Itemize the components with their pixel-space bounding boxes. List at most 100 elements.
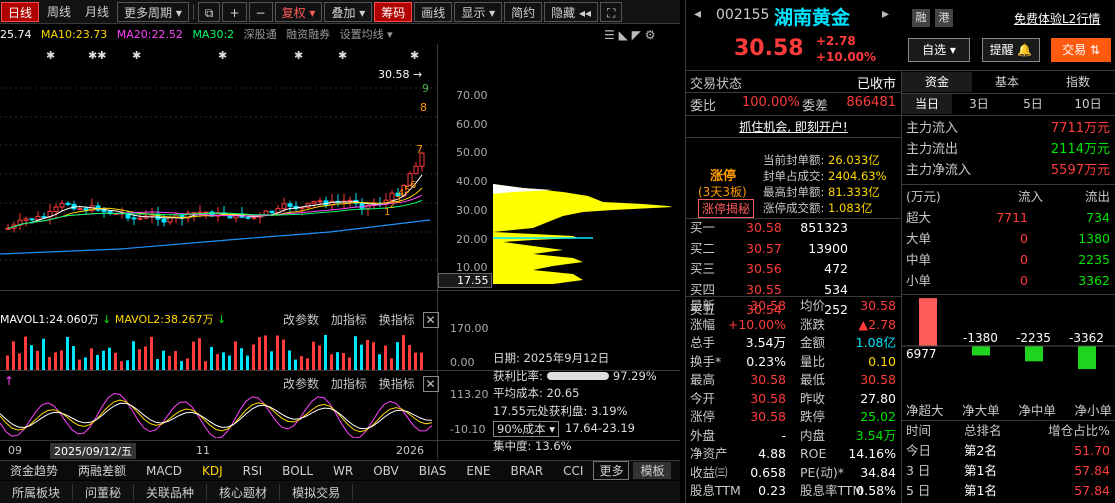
volume-bar	[54, 352, 57, 370]
candlestick-chart[interactable]: ✱ ✱✱ ✱ ✱ ✱ ✱ ✱	[0, 44, 440, 290]
tab-brar[interactable]: BRAR	[501, 464, 554, 478]
quote-label: 金额	[800, 335, 826, 350]
tab-3d[interactable]: 3日	[954, 94, 1004, 114]
quote-row: 收益㈢ 0.658 PE(动)* 34.84	[690, 464, 900, 483]
bid-row[interactable]: 买三 30.56 472	[690, 259, 900, 280]
count-label-8: 8	[420, 101, 427, 114]
tab-basic[interactable]: 基本	[972, 72, 1042, 92]
simple-mode-button[interactable]: 简约	[504, 1, 543, 22]
settings-icon[interactable]: ⚙	[645, 28, 656, 42]
display-dropdown[interactable]: 显示 ▾	[454, 1, 503, 22]
flow-label: 主力流入	[906, 121, 959, 136]
cost-select[interactable]: 90%成本 ▾	[493, 420, 559, 437]
divider	[902, 294, 1115, 295]
open-account-link[interactable]: 抓住机会, 即刻开户!	[686, 118, 901, 135]
tab-obv[interactable]: OBV	[363, 464, 409, 478]
hide-button[interactable]: 隐藏 ◂◂	[544, 1, 599, 22]
candle-body	[5, 227, 11, 230]
weekly-tab[interactable]: 周线	[41, 2, 77, 22]
volume-bar	[186, 358, 189, 370]
monthly-tab[interactable]: 月线	[79, 2, 115, 22]
limit-label: 当前封单额:	[763, 153, 825, 167]
overlay-dropdown[interactable]: 叠加 ▾	[324, 1, 373, 22]
volume-bar	[24, 336, 27, 370]
template-button[interactable]: 模板	[633, 462, 672, 479]
flow-table-row: 大单 0 1380	[906, 228, 1112, 249]
ma-settings-dropdown[interactable]: 设置均线 ▾	[340, 28, 393, 41]
bid-volume: 13900	[808, 240, 848, 256]
volume-bar	[90, 348, 93, 370]
tab-macd[interactable]: MACD	[136, 464, 192, 478]
tab-sector[interactable]: 所属板块	[0, 483, 74, 501]
candle-body	[65, 202, 71, 205]
bid-row[interactable]: 买二 30.57 13900	[690, 239, 900, 260]
margin-label[interactable]: 融资融券	[286, 28, 330, 41]
volume-bar	[216, 354, 219, 370]
quote-label: 净资产	[690, 446, 728, 461]
quote-label: ROE	[800, 446, 827, 461]
back-icon[interactable]: ◂	[694, 6, 701, 22]
tab-related[interactable]: 关联品种	[134, 483, 208, 501]
tab-bias[interactable]: BIAS	[409, 464, 457, 478]
forward-icon[interactable]: ▸	[882, 6, 889, 22]
quote-row: 外盘 - 内盘 3.54万	[690, 427, 900, 446]
volume-bar	[246, 355, 249, 370]
rank-row: 今日 第2名 51.70	[906, 441, 1112, 461]
alert-button[interactable]: 提醒 🔔	[982, 38, 1040, 62]
vol-edit-params-button[interactable]: 改参数	[283, 313, 319, 327]
vol-add-indicator-button[interactable]: 加指标	[331, 313, 367, 327]
tab-fund[interactable]: 资金	[902, 72, 972, 92]
volume-bar	[324, 334, 327, 370]
watchlist-button[interactable]: 自选 ▾	[908, 38, 970, 62]
divider	[686, 137, 901, 138]
more-periods-dropdown[interactable]: 更多周期 ▾	[117, 1, 189, 22]
paint-icon[interactable]: ☰	[604, 28, 615, 42]
volume-bar	[156, 359, 159, 370]
rank-value: 第2名	[964, 443, 997, 458]
draw-line-button[interactable]: 画线	[414, 1, 453, 22]
volume-bar	[384, 345, 387, 370]
fullscreen-icon[interactable]: ⛶	[600, 1, 623, 22]
limit-up-reveal-button[interactable]: 涨停揭秘	[698, 199, 755, 218]
tab-5d[interactable]: 5日	[1008, 94, 1058, 114]
tab-ask-secretary[interactable]: 问董秘	[73, 483, 135, 501]
tab-today[interactable]: 当日	[902, 94, 952, 114]
more-indicators-button[interactable]: 更多	[593, 461, 630, 480]
zoom-out-icon[interactable]: −	[248, 1, 273, 22]
quote-row: 今开 30.58 昨收 27.80	[690, 390, 900, 409]
tab-index[interactable]: 指数	[1042, 72, 1114, 92]
limit-value: 1.083亿	[828, 201, 873, 215]
net-flow-value: -3362	[1069, 331, 1104, 345]
trade-button[interactable]: 交易 ⇅	[1051, 38, 1111, 62]
tab-kdj[interactable]: KDJ	[192, 464, 233, 478]
volume-bar	[18, 353, 21, 370]
chips-button[interactable]: 筹码	[374, 1, 413, 22]
info-tabs: 所属板块 问董秘 关联品种 核心题材 模拟交易	[0, 481, 680, 503]
quote-label: 最高	[690, 372, 716, 387]
vol-switch-indicator-button[interactable]: 换指标	[379, 313, 415, 327]
tab-core-theme[interactable]: 核心题材	[207, 483, 281, 501]
pointer-left-icon[interactable]: ◣	[619, 28, 628, 42]
tab-boll[interactable]: BOLL	[272, 464, 323, 478]
bid-row[interactable]: 买一 30.58 851323	[690, 218, 900, 239]
hk-connect-label[interactable]: 深股通	[244, 28, 277, 41]
tab-sim-trade[interactable]: 模拟交易	[280, 483, 354, 501]
tab-ene[interactable]: ENE	[456, 464, 500, 478]
price-tick: 60.00	[456, 117, 488, 131]
tab-fund-trend[interactable]: 资金趋势	[0, 462, 68, 479]
ma30-value: MA30:2	[192, 28, 235, 41]
tab-wr[interactable]: WR	[323, 464, 363, 478]
daily-tab[interactable]: 日线	[1, 1, 40, 22]
adjust-dropdown[interactable]: 复权 ▾	[274, 1, 323, 22]
tab-margin-diff[interactable]: 两融差额	[68, 462, 136, 479]
zoom-in-icon[interactable]: +	[222, 1, 247, 22]
l2-trial-link[interactable]: 免费体验L2行情	[1014, 10, 1100, 27]
quote-row: 净资产 4.88 ROE 14.16%	[690, 445, 900, 464]
tab-cci[interactable]: CCI	[553, 464, 593, 478]
tab-10d[interactable]: 10日	[1062, 94, 1114, 114]
event-marker: ✱	[218, 49, 227, 62]
pointer-right-icon[interactable]: ◤	[632, 28, 641, 42]
copy-icon[interactable]: ⧉	[197, 1, 221, 22]
flow-table-row: 中单 0 2235	[906, 249, 1112, 270]
tab-rsi[interactable]: RSI	[233, 464, 273, 478]
